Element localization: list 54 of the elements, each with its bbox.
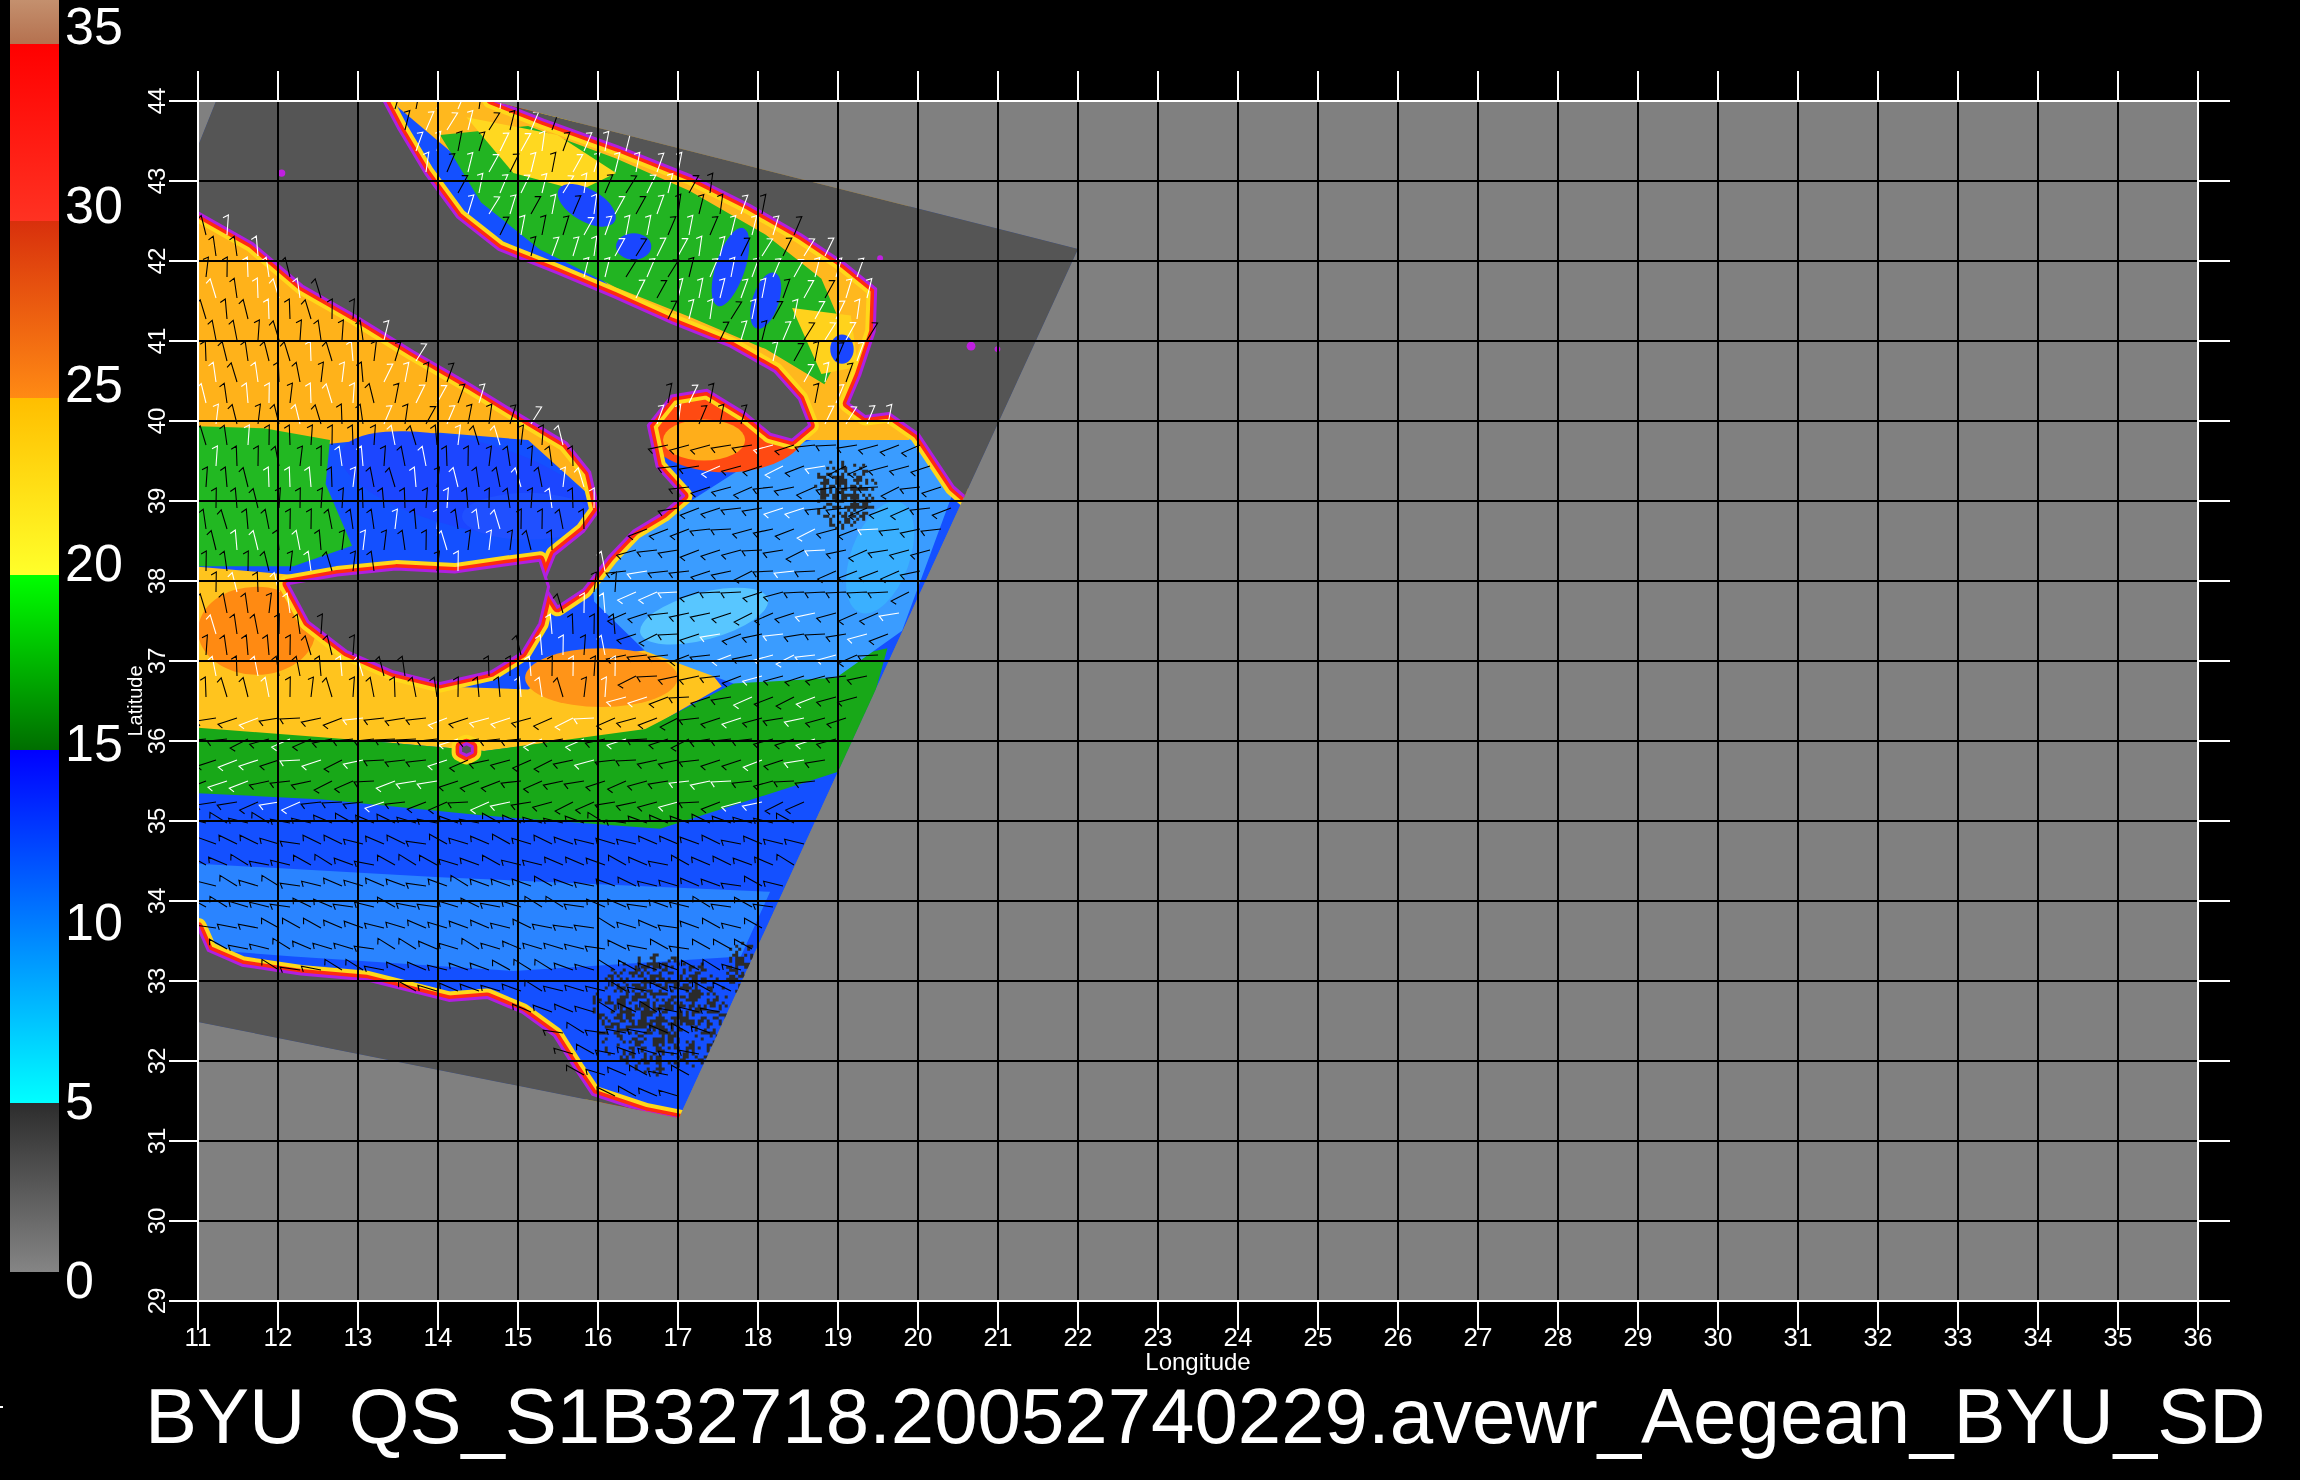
scale-value-label: 30 [65,179,123,232]
longitude-axis-title: Longitude [1145,1350,1251,1374]
scale-value-label: 5 [65,1074,94,1127]
latitude-tick-label: 36 [145,727,169,755]
longitude-tick-label: 25 [1303,1324,1333,1350]
latitude-tick-label: 33 [145,967,169,995]
longitude-tick-label: 27 [1463,1324,1493,1350]
latitude-tick-label: 37 [145,647,169,675]
latitude-tick-label: 34 [145,887,169,915]
longitude-tick-label: 19 [823,1324,853,1350]
longitude-tick-label: 16 [583,1324,613,1350]
latitude-tick-label: 31 [145,1127,169,1155]
longitude-tick-label: 36 [2183,1324,2213,1350]
longitude-tick-label: 35 [2103,1324,2133,1350]
dash-mark [0,1406,3,1408]
longitude-tick-label: 30 [1703,1324,1733,1350]
scale-value-label: 15 [65,716,123,769]
latitude-tick-label: 38 [145,567,169,595]
longitude-tick-label: 28 [1543,1324,1573,1350]
latitude-tick-label: 44 [145,87,169,115]
latitude-tick-label: 42 [145,247,169,275]
longitude-tick-label: 15 [503,1324,533,1350]
longitude-tick-label: 14 [423,1324,453,1350]
longitude-tick-label: 24 [1223,1324,1253,1350]
scale-value-label: 20 [65,537,123,590]
scale-value-label: 10 [65,895,123,948]
latitude-tick-label: 39 [145,487,169,515]
longitude-tick-label: 22 [1063,1324,1093,1350]
longitude-tick-label: 33 [1943,1324,1973,1350]
latitude-axis-title: Latitude [125,665,145,737]
longitude-tick-label: 11 [184,1324,212,1350]
longitude-tick-label: 12 [263,1324,293,1350]
latitude-tick-label: 43 [145,167,169,195]
latitude-tick-label: 41 [145,327,169,355]
longitude-tick-label: 32 [1863,1324,1893,1350]
latitude-tick-label: 32 [145,1047,169,1075]
scale-value-label: 0 [65,1254,94,1306]
latitude-tick-label: 29 [145,1287,169,1315]
longitude-tick-label: 21 [983,1324,1013,1350]
latitude-tick-label: 35 [145,807,169,835]
product-title: BYU QS_S1B32718.20052740229.avewr_Aegean_BYU_SD [145,1374,2266,1460]
longitude-tick-label: 18 [743,1324,773,1350]
longitude-tick-label: 23 [1143,1324,1173,1350]
longitude-tick-label: 29 [1623,1324,1653,1350]
latitude-tick-label: 30 [145,1207,169,1235]
longitude-tick-label: 31 [1783,1324,1813,1350]
longitude-tick-label: 34 [2023,1324,2053,1350]
longitude-tick-label: 20 [903,1324,933,1350]
longitude-tick-label: 17 [663,1324,693,1350]
longitude-tick-label: 13 [343,1324,373,1350]
scale-value-label: 25 [65,358,123,411]
longitude-tick-label: 26 [1383,1324,1413,1350]
latitude-tick-label: 40 [145,407,169,435]
scale-value-label: 35 [65,0,123,52]
